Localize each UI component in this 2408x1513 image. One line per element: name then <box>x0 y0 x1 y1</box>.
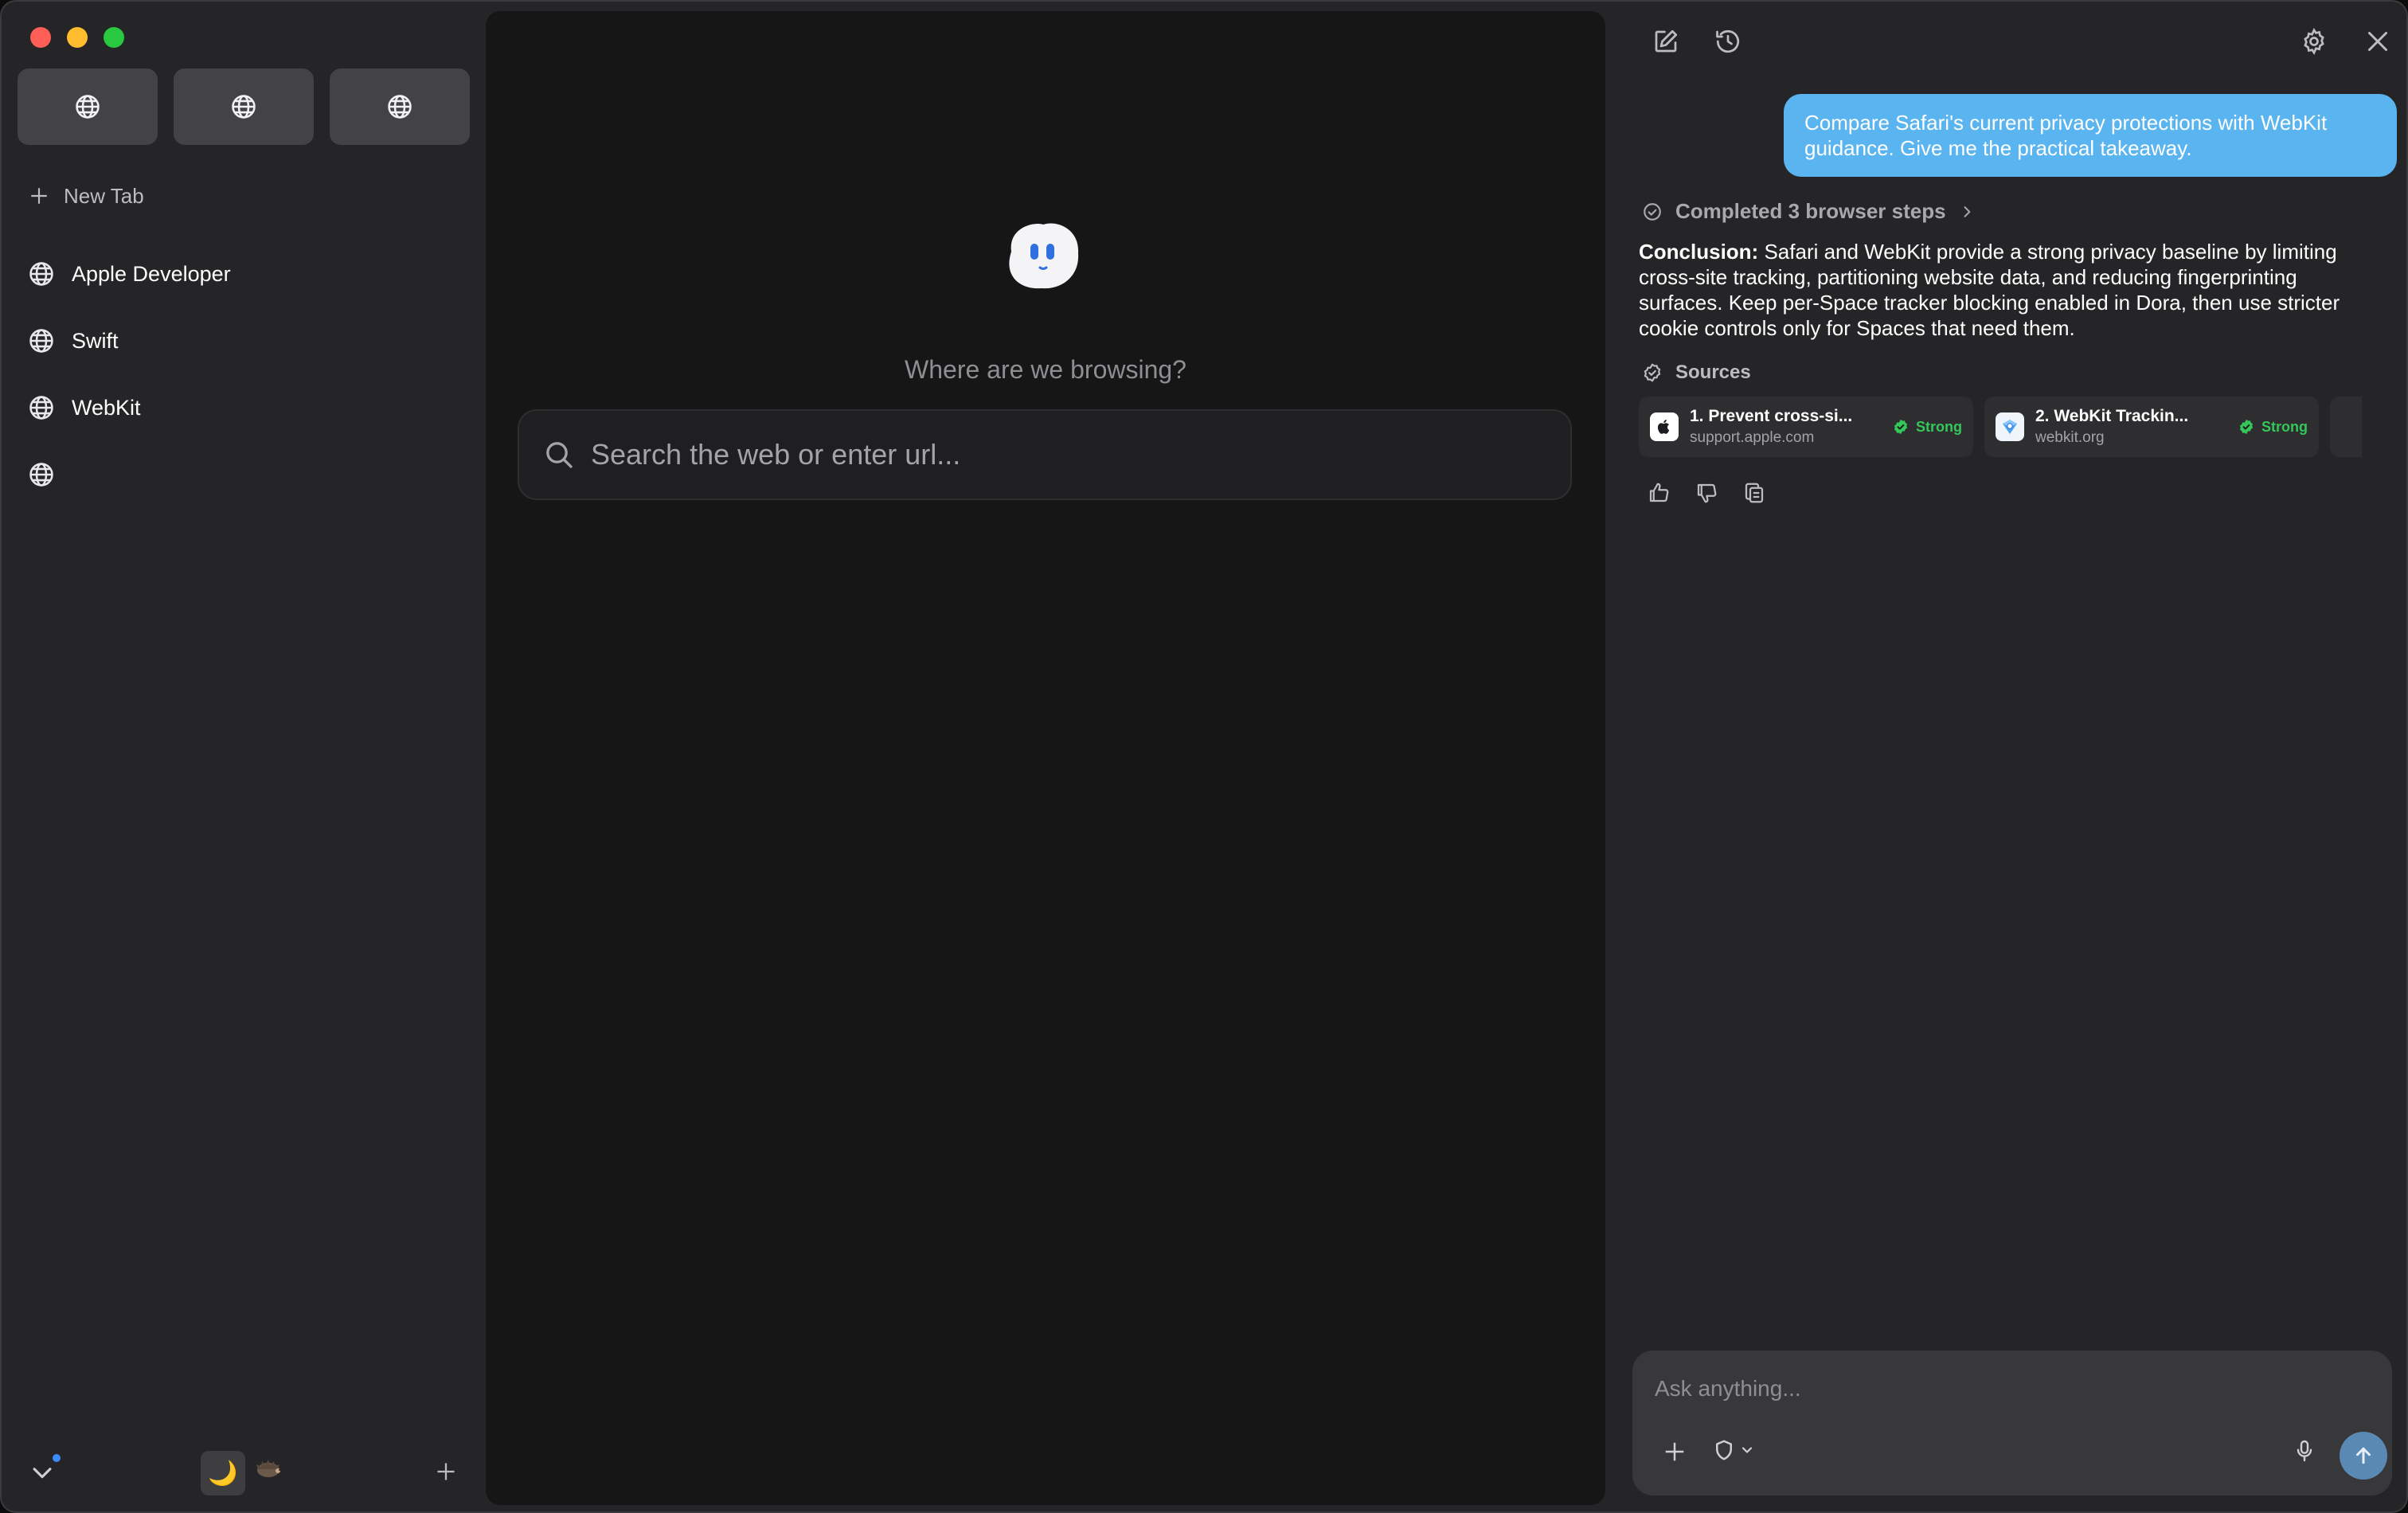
webkit-logo-icon <box>1996 412 2024 441</box>
gear-icon <box>2300 27 2328 56</box>
microphone-icon <box>2292 1438 2317 1464</box>
plus-icon <box>29 186 49 206</box>
source-text: 1. Prevent cross-si... support.apple.com <box>1690 407 1860 447</box>
close-panel-button[interactable] <box>2363 27 2392 56</box>
verified-check-icon <box>2238 418 2255 436</box>
search-bar[interactable] <box>518 409 1572 500</box>
globe-icon <box>74 93 101 120</box>
browse-prompt: Where are we browsing? <box>905 355 1186 384</box>
source-strength-badge: Strong <box>1892 418 1962 436</box>
source-domain: support.apple.com <box>1690 429 1815 446</box>
globe-icon <box>386 93 413 120</box>
shield-icon <box>1712 1438 1736 1462</box>
sidebar-item-apple-developer[interactable]: Apple Developer <box>25 240 471 307</box>
browser-steps-toggle[interactable]: Completed 3 browser steps <box>1642 199 1975 224</box>
source-domain: webkit.org <box>2035 429 2105 446</box>
globe-icon <box>25 325 57 357</box>
globe-icon <box>25 392 57 424</box>
pinned-tab-3[interactable] <box>330 68 470 145</box>
globe-icon <box>25 258 57 290</box>
plus-icon <box>1663 1440 1687 1464</box>
thumbs-down-icon[interactable] <box>1695 481 1718 505</box>
history-button[interactable] <box>1714 27 1742 56</box>
sources-heading: Sources <box>1642 362 1751 384</box>
checkmark-icon <box>29 1459 56 1486</box>
pinned-tab-1[interactable] <box>18 68 158 145</box>
new-tab-label: New Tab <box>64 183 144 208</box>
search-icon <box>543 439 575 471</box>
tab-list: Apple Developer Swift WebKit <box>25 240 471 508</box>
sources-label: Sources <box>1675 362 1751 383</box>
plus-icon <box>435 1460 457 1483</box>
add-space-button[interactable] <box>435 1460 457 1483</box>
moon-icon: 🌙 <box>208 1460 238 1487</box>
chat-composer <box>1632 1351 2392 1495</box>
pinned-tab-2[interactable] <box>174 68 314 145</box>
conclusion-label: Conclusion: <box>1639 240 1759 264</box>
sidebar-item-label: WebKit <box>72 395 141 420</box>
steps-label: Completed 3 browser steps <box>1675 199 1946 223</box>
verified-badge-icon <box>1642 362 1663 383</box>
history-icon <box>1714 27 1742 56</box>
check-circle-icon <box>1642 201 1663 222</box>
app-window: New Tab Apple Developer Swift WebKit 🌙 W… <box>0 0 2408 1513</box>
assistant-answer: Conclusion: Safari and WebKit provide a … <box>1639 239 2355 341</box>
theme-hedgehog-button[interactable] <box>255 1457 283 1480</box>
chevron-right-icon <box>1959 204 1975 220</box>
theme-moon-button[interactable]: 🌙 <box>201 1451 245 1495</box>
hedgehog-icon <box>255 1457 283 1480</box>
send-button[interactable] <box>2340 1432 2387 1480</box>
assistant-panel: Compare Safari's current privacy protect… <box>1613 2 2406 1511</box>
source-text: 2. WebKit Trackin... webkit.org <box>2035 407 2206 447</box>
new-tab-button[interactable]: New Tab <box>29 180 144 212</box>
source-card[interactable]: 1. Prevent cross-si... support.apple.com… <box>1639 397 1973 457</box>
sidebar-item-blank[interactable] <box>25 441 471 508</box>
sidebar: New Tab Apple Developer Swift WebKit 🌙 <box>2 2 486 1511</box>
verified-check-icon <box>1892 418 1910 436</box>
window-controls <box>30 27 124 48</box>
minimize-window-button[interactable] <box>67 27 88 48</box>
new-chat-button[interactable] <box>1652 27 1680 56</box>
attach-button[interactable] <box>1663 1440 1687 1464</box>
notification-dot <box>53 1454 61 1462</box>
source-strength-badge: Strong <box>2238 418 2308 436</box>
settings-button[interactable] <box>2300 27 2328 56</box>
compose-icon <box>1652 27 1680 56</box>
badge-label: Strong <box>1916 418 1962 435</box>
globe-icon <box>25 459 57 491</box>
sources-list: 1. Prevent cross-si... support.apple.com… <box>1639 397 2362 457</box>
source-title: 2. WebKit Trackin... <box>2035 407 2189 425</box>
maximize-window-button[interactable] <box>104 27 124 48</box>
close-icon <box>2363 27 2392 56</box>
mascot-logo <box>1002 220 1083 293</box>
globe-icon <box>230 93 257 120</box>
chevron-down-icon <box>1739 1442 1755 1458</box>
source-title: 1. Prevent cross-si... <box>1690 407 1853 425</box>
sidebar-item-swift[interactable]: Swift <box>25 307 471 374</box>
thumbs-up-icon[interactable] <box>1647 481 1671 505</box>
close-window-button[interactable] <box>30 27 51 48</box>
badge-label: Strong <box>2261 418 2308 435</box>
voice-input-button[interactable] <box>2292 1438 2317 1464</box>
sidebar-item-label: Apple Developer <box>72 261 231 286</box>
sidebar-item-label: Swift <box>72 328 119 353</box>
copy-icon[interactable] <box>1742 481 1766 505</box>
arrow-up-icon <box>2351 1444 2375 1468</box>
sidebar-item-webkit[interactable]: WebKit <box>25 374 471 441</box>
source-card-overflow[interactable] <box>2330 397 2362 457</box>
apple-logo-icon <box>1650 412 1679 441</box>
space-switcher-button[interactable] <box>29 1459 56 1486</box>
user-message-bubble: Compare Safari's current privacy protect… <box>1784 94 2397 177</box>
source-card[interactable]: 2. WebKit Trackin... webkit.org Strong <box>1984 397 2319 457</box>
new-tab-page: Where are we browsing? <box>486 11 1605 1505</box>
pinned-tabs <box>18 68 470 145</box>
privacy-mode-dropdown[interactable] <box>1712 1438 1755 1462</box>
chat-input[interactable] <box>1655 1368 2355 1409</box>
sidebar-footer: 🌙 <box>2 1443 486 1499</box>
search-input[interactable] <box>591 438 1570 471</box>
feedback-actions <box>1647 481 1766 505</box>
